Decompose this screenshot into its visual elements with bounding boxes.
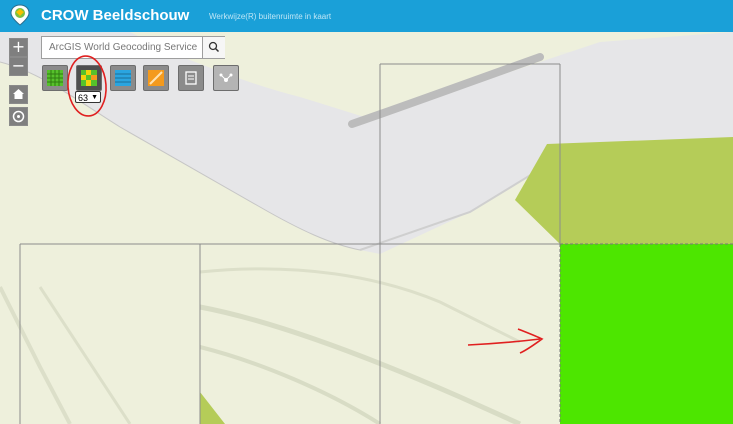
map-canvas[interactable] [0, 32, 733, 424]
grid-layer-icon [47, 70, 63, 86]
notes-button[interactable] [178, 65, 204, 91]
search-input[interactable] [42, 37, 202, 58]
heatmap-grid-icon [81, 70, 97, 86]
highlighted-tile[interactable] [560, 244, 733, 424]
search-box [41, 36, 225, 59]
app-logo-icon[interactable] [10, 4, 30, 26]
share-icon [219, 73, 233, 82]
list-layer-button[interactable] [110, 65, 136, 91]
app-header: CROW Beeldschouw Werkwijze(R) buitenruim… [0, 0, 733, 32]
grid-size-value: 63 [78, 93, 89, 103]
share-button[interactable] [213, 65, 239, 91]
measure-icon [148, 70, 164, 86]
list-layer-icon [115, 70, 131, 86]
locate-button[interactable] [9, 107, 28, 126]
heatmap-grid-button[interactable] [76, 65, 102, 91]
home-button[interactable] [9, 85, 28, 104]
zoom-out-button[interactable]: − [9, 57, 28, 76]
measure-button[interactable] [143, 65, 169, 91]
zoom-in-button[interactable]: + [9, 38, 28, 57]
app-title: CROW Beeldschouw [41, 7, 190, 24]
map-view[interactable] [0, 32, 733, 424]
search-button[interactable] [202, 37, 225, 58]
locate-icon [12, 110, 25, 123]
notes-icon [185, 71, 197, 85]
search-icon [208, 41, 220, 53]
chevron-down-icon: ▼ [91, 94, 98, 101]
home-icon [13, 89, 24, 99]
grid-layer-button[interactable] [42, 65, 68, 91]
app-subtitle: Werkwijze(R) buitenruimte in kaart [209, 12, 332, 21]
grid-size-select[interactable]: 63 ▼ [75, 91, 101, 103]
